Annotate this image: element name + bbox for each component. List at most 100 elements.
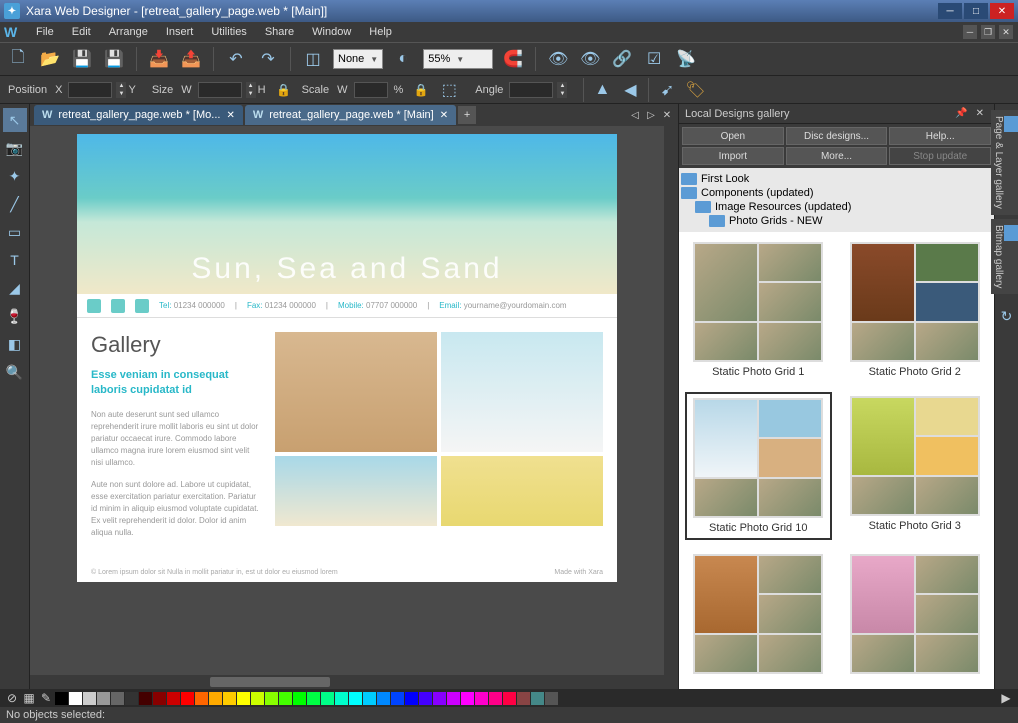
menu-help[interactable]: Help: [361, 24, 400, 40]
zoom-combo[interactable]: 55%▼: [423, 49, 493, 69]
social-icon[interactable]: [135, 299, 149, 313]
color-swatch[interactable]: [265, 692, 278, 705]
color-swatch[interactable]: [237, 692, 250, 705]
hero-text[interactable]: Sun, Sea and Sand: [191, 252, 502, 294]
color-swatch[interactable]: [545, 692, 558, 705]
color-swatch[interactable]: [97, 692, 110, 705]
fill-tool-icon[interactable]: ◐: [391, 47, 415, 71]
w-up[interactable]: ▲: [246, 82, 256, 90]
disc-designs-button[interactable]: Disc designs...: [786, 127, 888, 145]
angle-up[interactable]: ▲: [557, 82, 567, 90]
save-all-icon[interactable]: 💾: [102, 47, 126, 71]
tab-close-icon[interactable]: ✕: [440, 110, 448, 121]
new-tab-button[interactable]: +: [458, 106, 476, 124]
color-swatch[interactable]: [517, 692, 530, 705]
lock-scale-icon[interactable]: 🔒: [409, 78, 433, 102]
horizontal-scrollbar[interactable]: [30, 675, 678, 689]
gallery-item[interactable]: Static Photo Grid 3: [842, 392, 989, 540]
color-swatch[interactable]: [447, 692, 460, 705]
tab-next-icon[interactable]: ▷: [644, 108, 658, 122]
color-swatch[interactable]: [125, 692, 138, 705]
menu-share[interactable]: Share: [257, 24, 302, 40]
import-icon[interactable]: 📥: [147, 47, 171, 71]
lock-aspect-icon[interactable]: 🔒: [272, 78, 296, 102]
rect-tool-icon[interactable]: ▭: [3, 220, 27, 244]
redo-icon[interactable]: ↷: [256, 47, 280, 71]
transparency-tool-icon[interactable]: 🍷: [3, 304, 27, 328]
photo-tool-icon[interactable]: 📷: [3, 136, 27, 160]
color-swatch[interactable]: [167, 692, 180, 705]
gallery-item[interactable]: Static Photo Grid 2: [842, 238, 989, 382]
arrow-tool-icon[interactable]: ➹: [655, 78, 679, 102]
color-swatch[interactable]: [279, 692, 292, 705]
color-swatch[interactable]: [433, 692, 446, 705]
x-field[interactable]: [68, 82, 112, 98]
color-swatch[interactable]: [69, 692, 82, 705]
color-swatch[interactable]: [419, 692, 432, 705]
color-swatch[interactable]: [293, 692, 306, 705]
grid-cell[interactable]: [275, 456, 437, 526]
import-button[interactable]: Import: [682, 147, 784, 165]
publish-icon[interactable]: 📡: [674, 47, 698, 71]
more-button[interactable]: More...: [786, 147, 888, 165]
gallery-heading[interactable]: Gallery: [91, 332, 261, 358]
clone-icon[interactable]: ◫: [301, 47, 325, 71]
color-swatch[interactable]: [489, 692, 502, 705]
gallery-item[interactable]: Static Photo Grid 10: [685, 392, 832, 540]
scale-tool-icon[interactable]: ⬚: [437, 78, 461, 102]
zoom-tool-icon[interactable]: 🔍: [3, 360, 27, 384]
refresh-icon[interactable]: ↻: [995, 304, 1018, 328]
angle-field[interactable]: [509, 82, 553, 98]
body-para[interactable]: Non aute deserunt sunt sed ullamco repre…: [91, 409, 261, 469]
tab-prev-icon[interactable]: ◁: [628, 108, 642, 122]
social-icon[interactable]: [111, 299, 125, 313]
color-swatch[interactable]: [111, 692, 124, 705]
shape-tool-icon[interactable]: ✦: [3, 164, 27, 188]
open-icon[interactable]: 📂: [38, 47, 62, 71]
angle-down[interactable]: ▼: [557, 90, 567, 98]
pin-icon[interactable]: 📌: [955, 108, 967, 119]
color-swatch[interactable]: [209, 692, 222, 705]
export-web-icon[interactable]: ☑: [642, 47, 666, 71]
color-swatch[interactable]: [83, 692, 96, 705]
color-swatch[interactable]: [55, 692, 68, 705]
line-tool-icon[interactable]: ╱: [3, 192, 27, 216]
w-field[interactable]: [198, 82, 242, 98]
maximize-button[interactable]: □: [964, 3, 988, 19]
gallery-subheading[interactable]: Esse veniam in consequat laboris cupidat…: [91, 368, 261, 399]
bitmap-gallery-tab[interactable]: Bitmap gallery: [991, 219, 1018, 294]
color-swatch[interactable]: [349, 692, 362, 705]
save-icon[interactable]: 💾: [70, 47, 94, 71]
link-icon[interactable]: 🔗: [610, 47, 634, 71]
close-button[interactable]: ✕: [990, 3, 1014, 19]
text-tool-icon[interactable]: T: [3, 248, 27, 272]
tab-doc-1[interactable]: W retreat_gallery_page.web * [Mo... ✕: [34, 105, 243, 125]
menu-utilities[interactable]: Utilities: [203, 24, 254, 40]
preview-page-icon[interactable]: 👁: [578, 47, 602, 71]
color-swatch[interactable]: [363, 692, 376, 705]
color-swatch[interactable]: [461, 692, 474, 705]
x-down[interactable]: ▼: [116, 90, 126, 98]
color-swatch[interactable]: [475, 692, 488, 705]
color-swatch[interactable]: [377, 692, 390, 705]
doc-minimize-button[interactable]: ─: [963, 25, 977, 39]
undo-icon[interactable]: ↶: [224, 47, 248, 71]
gallery-tree[interactable]: First Look Components (updated) Image Re…: [679, 168, 994, 232]
flip-h-icon[interactable]: ▲: [590, 78, 614, 102]
selector-tool-icon[interactable]: ↖: [3, 108, 27, 132]
tab-doc-2[interactable]: W retreat_gallery_page.web * [Main] ✕: [245, 105, 456, 125]
gallery-item[interactable]: [842, 550, 989, 682]
color-swatch[interactable]: [503, 692, 516, 705]
color-swatch[interactable]: [153, 692, 166, 705]
menu-file[interactable]: File: [28, 24, 62, 40]
color-swatch[interactable]: [335, 692, 348, 705]
grid-cell[interactable]: [441, 332, 603, 452]
flip-v-icon[interactable]: ◀: [618, 78, 642, 102]
fill-combo[interactable]: None▼: [333, 49, 383, 69]
tab-close-all-icon[interactable]: ✕: [660, 108, 674, 122]
color-swatch[interactable]: [223, 692, 236, 705]
tag-icon[interactable]: 🏷: [683, 78, 707, 102]
grid-cell[interactable]: [275, 332, 437, 452]
menu-window[interactable]: Window: [304, 24, 359, 40]
social-icon[interactable]: [87, 299, 101, 313]
